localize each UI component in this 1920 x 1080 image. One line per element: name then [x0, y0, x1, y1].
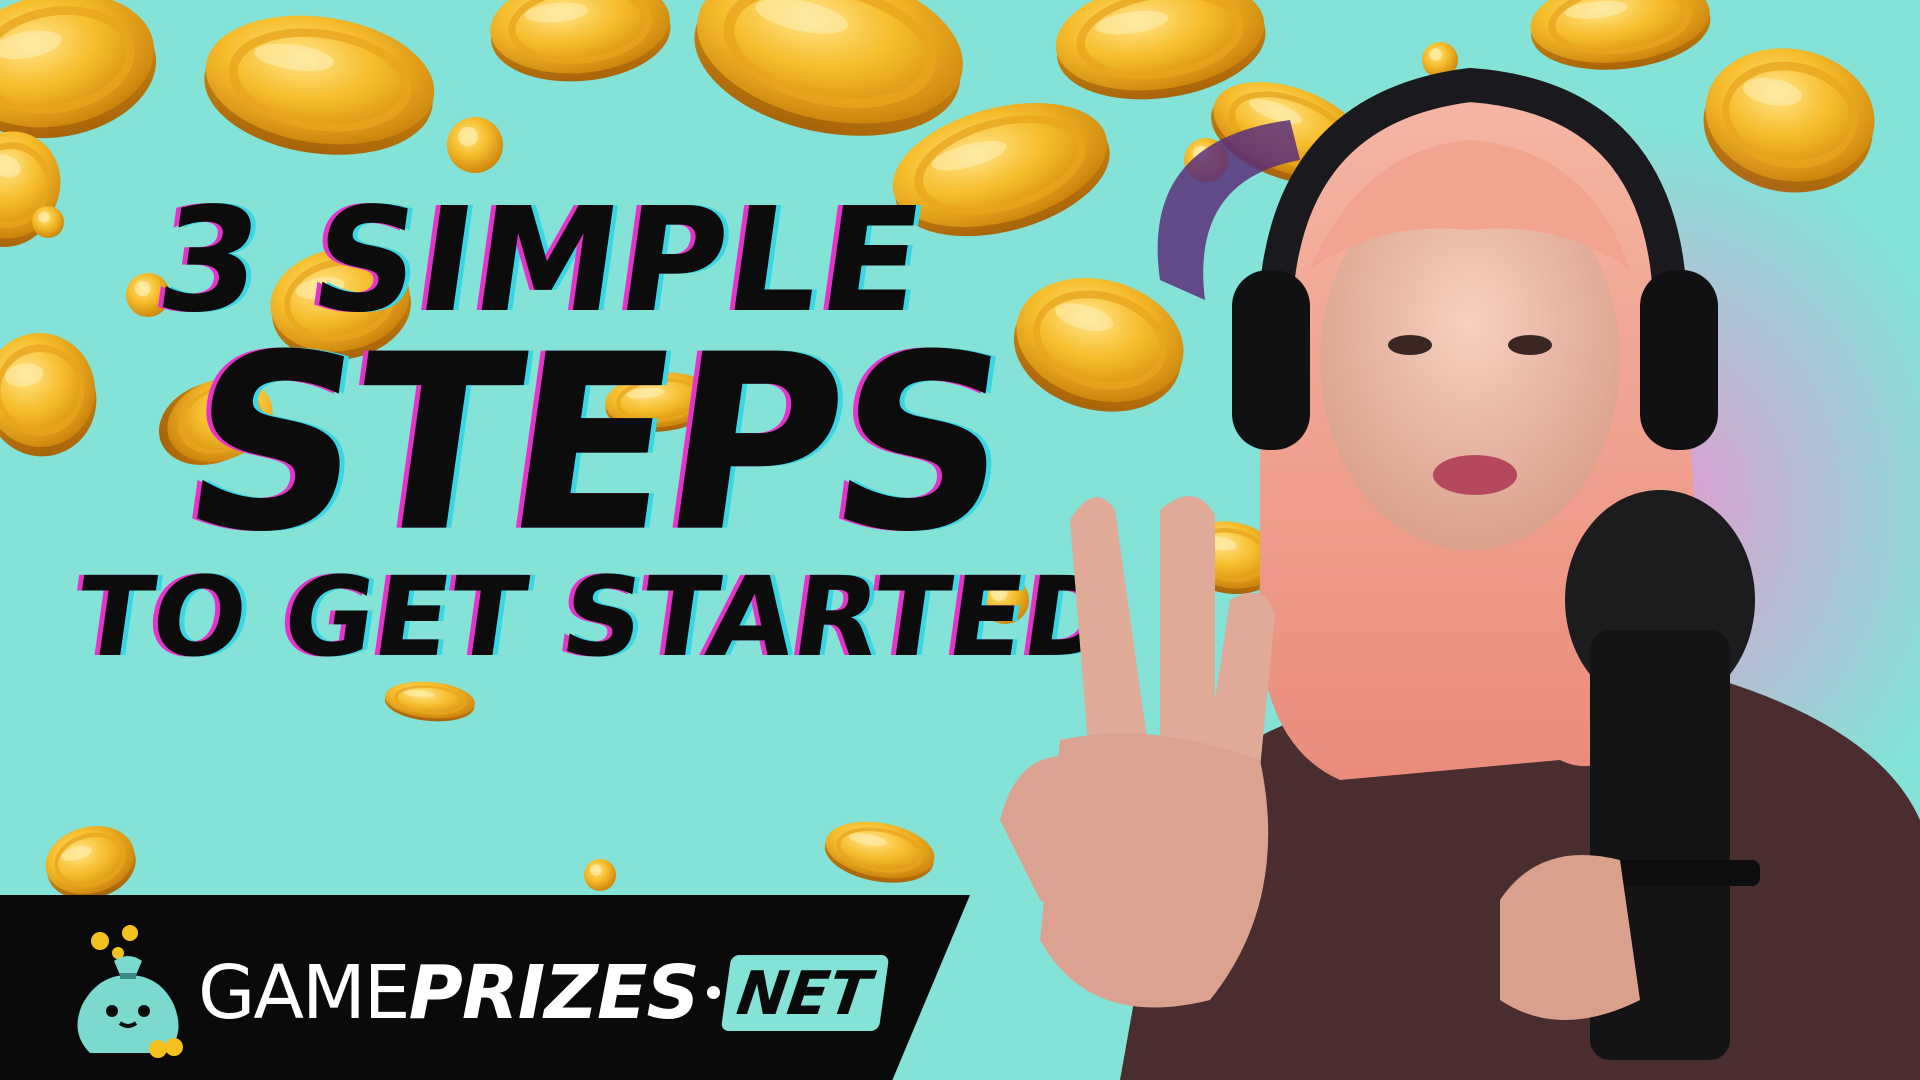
logo-word-prizes: PRIZES — [408, 949, 700, 1036]
logo-dot — [706, 986, 720, 999]
thumbnail: 3 SIMPLE STEPS TO GET STARTED GAME PRIZE… — [0, 0, 1920, 1080]
logo-word-game: GAME — [198, 949, 411, 1036]
money-bag-icon — [77, 924, 183, 1058]
headline-line-2: STEPS — [169, 303, 1021, 586]
headline: 3 SIMPLE STEPS TO GET STARTED — [62, 176, 1130, 681]
gameprizes-logo[interactable]: GAME PRIZES NET — [70, 924, 890, 1060]
logo-word-net: NET — [720, 954, 890, 1031]
streamer-photo — [1000, 67, 1920, 1080]
